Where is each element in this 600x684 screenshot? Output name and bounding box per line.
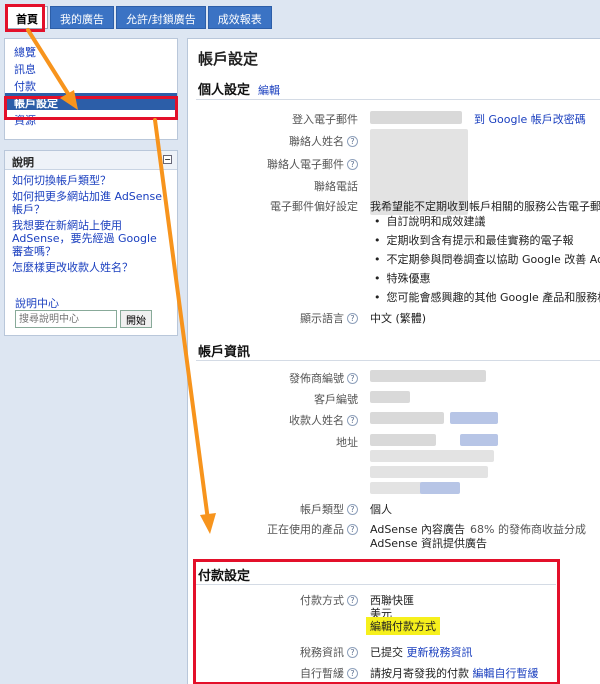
help-panel: 說明 − 如何切換帳戶類型？ 如何把更多網站加進 AdSense 帳戶？ 我想要… <box>4 150 178 336</box>
list-item: 您可能會感興趣的其他 Google 產品和服務相關 <box>370 289 600 308</box>
products-label: 正在使用的產品? <box>188 521 358 537</box>
change-password-link[interactable]: 到 Google 帳戶改密碼 <box>474 111 586 127</box>
sidebar-item-messages[interactable]: 訊息 <box>5 59 177 76</box>
sidebar-item-overview[interactable]: 總覽 <box>5 42 177 59</box>
redacted-address-line <box>370 466 488 478</box>
list-item: 不定期參與問卷調查以協助 Google 改善 AdSe <box>370 251 600 270</box>
tab-allow-block-ads[interactable]: 允許/封鎖廣告 <box>116 6 206 29</box>
highlight-box-payment-settings <box>193 559 560 684</box>
personal-edit-link[interactable]: 編輯 <box>258 84 280 97</box>
account-type-label: 帳戶類型? <box>188 501 358 517</box>
publisher-id-label: 發佈商編號? <box>188 370 358 386</box>
help-icon[interactable]: ? <box>347 136 358 147</box>
contact-email-label: 聯絡人電子郵件? <box>188 156 358 172</box>
list-item: 特殊優惠 <box>370 270 600 289</box>
account-type-value: 個人 <box>370 503 392 516</box>
redacted-customer-id <box>370 391 410 403</box>
divider <box>196 99 600 100</box>
personal-settings-title: 個人設定 <box>198 83 251 98</box>
login-email-label: 登入電子郵件 <box>292 113 358 126</box>
list-item: 自訂說明和成效建議 <box>370 213 600 232</box>
redacted-login-email <box>370 111 462 124</box>
help-title: 說明 <box>12 156 34 169</box>
redacted-payee-name <box>370 412 444 424</box>
tab-my-ads[interactable]: 我的廣告 <box>50 6 114 29</box>
highlight-box-account-settings <box>4 96 178 120</box>
help-center-link[interactable]: 說明中心 <box>15 295 59 311</box>
display-language-value: 中文 (繁體) <box>370 312 427 325</box>
customer-id-label: 客戶編號 <box>314 393 358 406</box>
help-icon[interactable]: ? <box>347 504 358 515</box>
account-info-heading: 帳戶資訊 <box>198 345 251 360</box>
help-link-change-payee-name[interactable]: 怎麼樣更改收款人姓名？ <box>12 261 170 274</box>
collapse-icon[interactable]: − <box>163 155 172 164</box>
help-icon[interactable]: ? <box>347 373 358 384</box>
product-feed-ads: AdSense 資訊提供廣告 <box>370 537 488 550</box>
payee-name-label: 收款人姓名? <box>188 412 358 428</box>
main-tabs: 首頁 我的廣告 允許/封鎖廣告 成效報表 <box>6 6 272 29</box>
redacted-address-line <box>370 482 422 494</box>
personal-settings-heading: 個人設定 編輯 <box>198 79 280 98</box>
contact-phone-label: 聯絡電話 <box>314 180 358 193</box>
redacted-address-link <box>460 434 498 446</box>
main-content: 帳戶設定 個人設定 編輯 登入電子郵件 到 Google 帳戶改密碼 聯絡人姓名?… <box>187 38 600 684</box>
sidebar-item-payments[interactable]: 付款 <box>5 76 177 93</box>
top-tab-bar: 首頁 我的廣告 允許/封鎖廣告 成效報表 <box>0 0 600 34</box>
page-title: 帳戶設定 <box>198 50 259 68</box>
sidebar-nav: 總覽 訊息 付款 帳戶設定 資源 <box>4 38 178 140</box>
help-panel-header: 說明 − <box>5 151 177 170</box>
redacted-address-line <box>370 434 436 446</box>
redacted-address-link <box>420 482 460 494</box>
help-icon[interactable]: ? <box>347 524 358 535</box>
redacted-publisher-id <box>370 370 486 382</box>
contact-name-label: 聯絡人姓名? <box>188 133 358 149</box>
email-preference-list: 自訂說明和成效建議 定期收到含有提示和最佳實務的電子報 不定期參與問卷調查以協助… <box>370 213 600 308</box>
email-preference-label: 電子郵件偏好設定 <box>270 200 358 213</box>
help-search-row: 開始 <box>15 310 152 328</box>
display-language-label: 顯示語言? <box>188 310 358 326</box>
email-preference-intro: 我希望能不定期收到帳戶相關的服務公告電子郵件 <box>370 200 600 213</box>
help-icon[interactable]: ? <box>347 313 358 324</box>
help-link-new-site-review[interactable]: 我想要在新網站上使用 AdSense，要先經過 Google 審查嗎？ <box>12 219 170 258</box>
product-revenue-share: 68% 的發佈商收益分成 <box>470 523 586 536</box>
highlight-box-home-tab <box>5 4 45 32</box>
divider <box>196 360 600 361</box>
list-item: 定期收到含有提示和最佳實務的電子報 <box>370 232 600 251</box>
help-search-button[interactable]: 開始 <box>120 310 152 328</box>
tab-performance-reports[interactable]: 成效報表 <box>207 6 272 29</box>
help-link-switch-account-type[interactable]: 如何切換帳戶類型？ <box>12 174 170 187</box>
redacted-payee-link <box>450 412 498 424</box>
address-label: 地址 <box>336 436 358 449</box>
help-icon[interactable]: ? <box>347 415 358 426</box>
help-link-add-sites[interactable]: 如何把更多網站加進 AdSense 帳戶？ <box>12 190 170 216</box>
redacted-address-line <box>370 450 494 462</box>
help-search-input[interactable] <box>15 310 117 328</box>
help-icon[interactable]: ? <box>347 159 358 170</box>
